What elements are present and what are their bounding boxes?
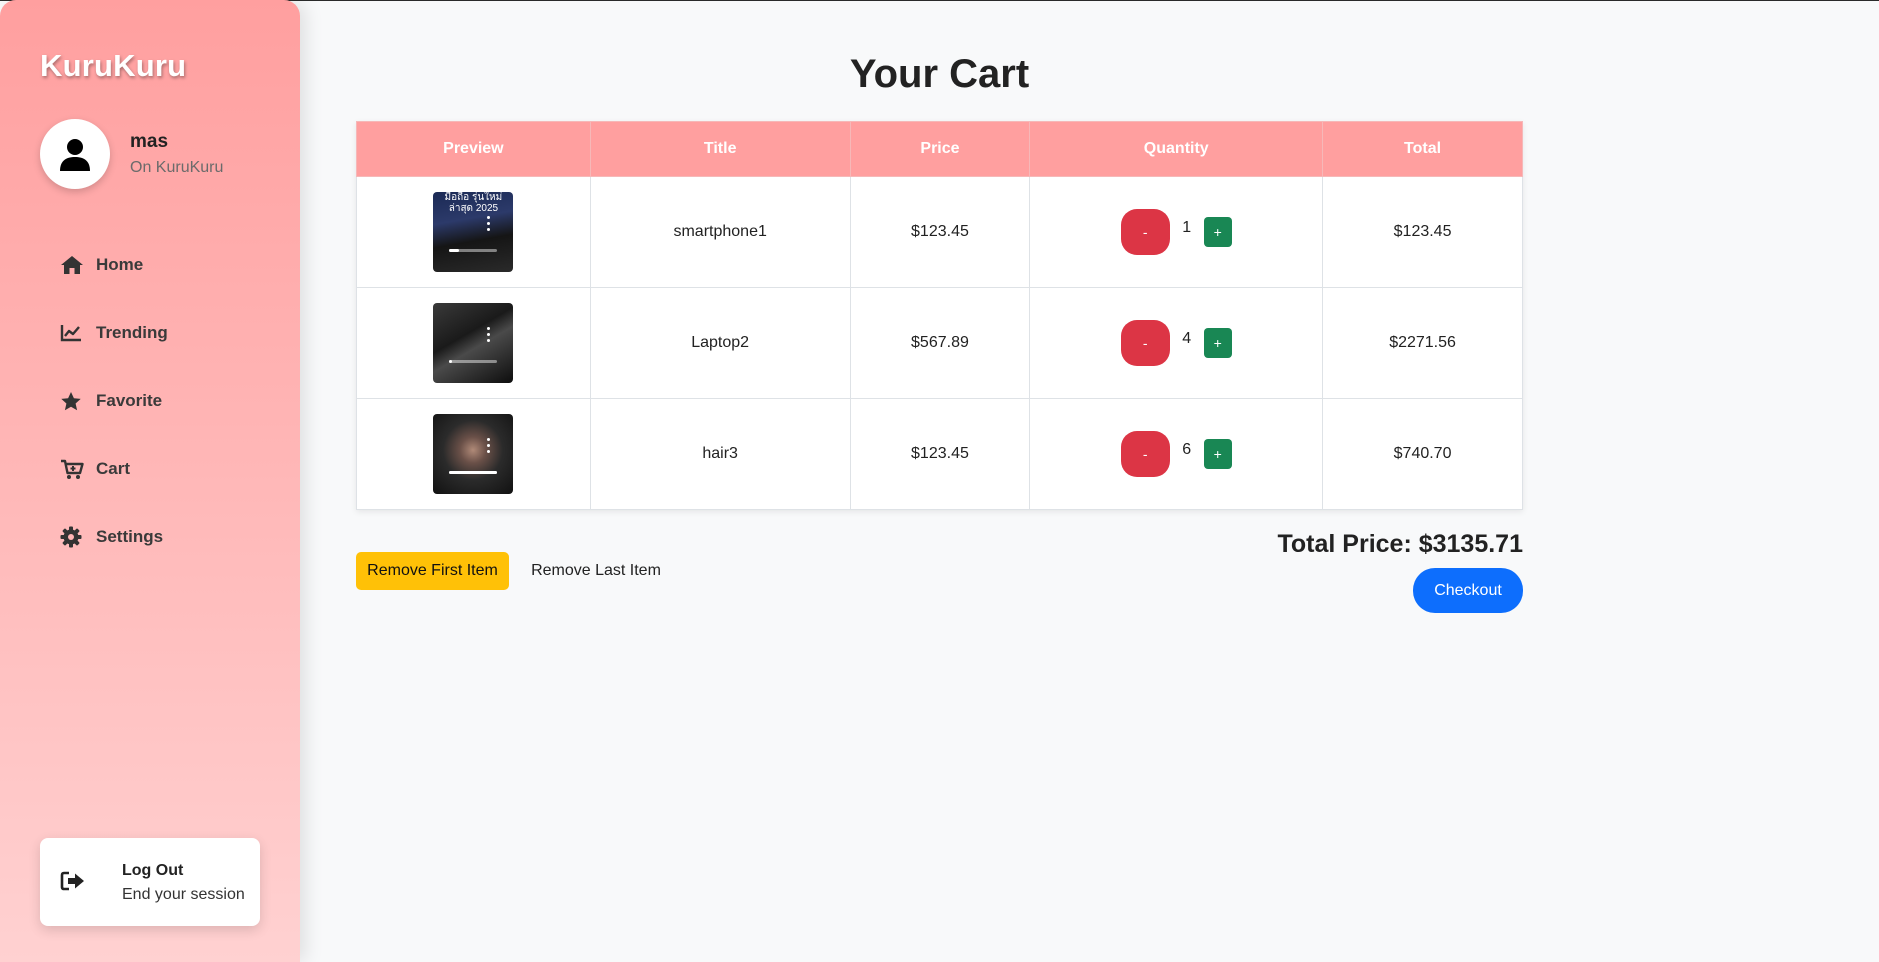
- decrease-quantity-button[interactable]: -: [1120, 209, 1170, 255]
- sidebar: KuruKuru mas On KuruKuru Home Trending F…: [0, 0, 300, 962]
- quantity-cell: - 4 +: [1029, 287, 1324, 399]
- increase-quantity-button[interactable]: +: [1203, 217, 1232, 247]
- item-total: $2271.56: [1322, 287, 1523, 399]
- product-thumbnail[interactable]: มือถือ รุ่นใหม่ ล่าสุด 2025: [433, 192, 514, 272]
- total-price: Total Price: $3135.71: [1277, 530, 1523, 558]
- home-icon: [60, 253, 90, 277]
- column-header-price: Price: [849, 121, 1031, 177]
- item-total: $123.45: [1322, 176, 1523, 288]
- user-icon: [60, 139, 90, 171]
- item-title: Laptop2: [589, 287, 851, 399]
- preview-cell: [356, 398, 591, 510]
- item-price: $123.45: [849, 176, 1031, 288]
- checkout-button[interactable]: Checkout: [1413, 568, 1523, 613]
- logout-subtitle: End your session: [122, 886, 245, 903]
- sign-out-icon: [60, 870, 86, 897]
- video-progress-bar: [449, 249, 498, 252]
- quantity-value: 4: [1182, 330, 1192, 347]
- column-header-quantity: Quantity: [1029, 121, 1324, 177]
- remove-first-item-button[interactable]: Remove First Item: [356, 552, 509, 590]
- column-header-total: Total: [1322, 121, 1523, 177]
- sidebar-nav: Home Trending Favorite Cart Settings: [56, 231, 276, 571]
- more-options-icon[interactable]: [487, 438, 491, 456]
- username: mas: [130, 131, 169, 152]
- column-header-title: Title: [589, 121, 851, 177]
- quantity-stepper: - 6 +: [1030, 431, 1322, 477]
- quantity-value: 1: [1182, 219, 1192, 236]
- item-total: $740.70: [1322, 398, 1523, 510]
- item-price: $567.89: [849, 287, 1031, 399]
- more-options-icon[interactable]: [487, 327, 491, 345]
- increase-quantity-button[interactable]: +: [1203, 328, 1232, 358]
- user-profile: mas On KuruKuru: [40, 119, 280, 189]
- quantity-cell: - 6 +: [1029, 398, 1324, 510]
- page-title: Your Cart: [849, 52, 1030, 96]
- item-title: smartphone1: [589, 176, 851, 288]
- avatar[interactable]: [40, 119, 110, 189]
- item-price: $123.45: [849, 398, 1031, 510]
- brand-logo[interactable]: KuruKuru: [40, 48, 186, 84]
- table-row: hair3 $123.45 - 6 + $740.70: [356, 398, 1523, 510]
- quantity-stepper: - 4 +: [1030, 320, 1322, 366]
- product-thumbnail[interactable]: [433, 414, 514, 494]
- sidebar-item-favorite[interactable]: Favorite: [56, 367, 276, 435]
- quantity-stepper: - 1 +: [1030, 209, 1322, 255]
- quantity-cell: - 1 +: [1029, 176, 1324, 288]
- user-subtitle: On KuruKuru: [130, 159, 224, 176]
- logout-title: Log Out: [122, 862, 184, 879]
- sidebar-item-home[interactable]: Home: [56, 231, 276, 299]
- star-icon: [60, 389, 90, 413]
- sidebar-item-label: Home: [96, 255, 144, 274]
- more-options-icon[interactable]: [487, 216, 491, 234]
- item-title: hair3: [589, 398, 851, 510]
- logout-button[interactable]: Log Out End your session: [40, 838, 260, 926]
- table-header-row: Preview Title Price Quantity Total: [356, 121, 1523, 177]
- sidebar-item-label: Trending: [96, 323, 168, 342]
- sidebar-item-settings[interactable]: Settings: [56, 503, 276, 571]
- video-progress-bar: [449, 360, 498, 363]
- decrease-quantity-button[interactable]: -: [1120, 431, 1170, 477]
- table-row: Laptop2 $567.89 - 4 + $2271.56: [356, 287, 1523, 399]
- sidebar-item-label: Cart: [96, 459, 131, 478]
- chart-line-icon: [60, 321, 90, 345]
- increase-quantity-button[interactable]: +: [1203, 439, 1232, 469]
- product-thumbnail[interactable]: [433, 303, 514, 383]
- gear-icon: [60, 525, 90, 549]
- quantity-value: 6: [1182, 441, 1192, 458]
- thumbnail-caption: มือถือ รุ่นใหม่ ล่าสุด 2025: [444, 192, 503, 214]
- cart-table: Preview Title Price Quantity Total มือถื…: [356, 121, 1523, 510]
- video-progress-bar: [449, 471, 498, 474]
- remove-last-item-button[interactable]: Remove Last Item: [522, 552, 670, 590]
- sidebar-item-trending[interactable]: Trending: [56, 299, 276, 367]
- cart-icon: [60, 457, 90, 481]
- column-header-preview: Preview: [356, 121, 591, 177]
- sidebar-item-label: Settings: [96, 527, 164, 546]
- decrease-quantity-button[interactable]: -: [1120, 320, 1170, 366]
- sidebar-item-label: Favorite: [96, 391, 163, 410]
- preview-cell: [356, 287, 591, 399]
- preview-cell: มือถือ รุ่นใหม่ ล่าสุด 2025: [356, 176, 591, 288]
- table-row: มือถือ รุ่นใหม่ ล่าสุด 2025 smartphone1 …: [356, 176, 1523, 288]
- sidebar-item-cart[interactable]: Cart: [56, 435, 276, 503]
